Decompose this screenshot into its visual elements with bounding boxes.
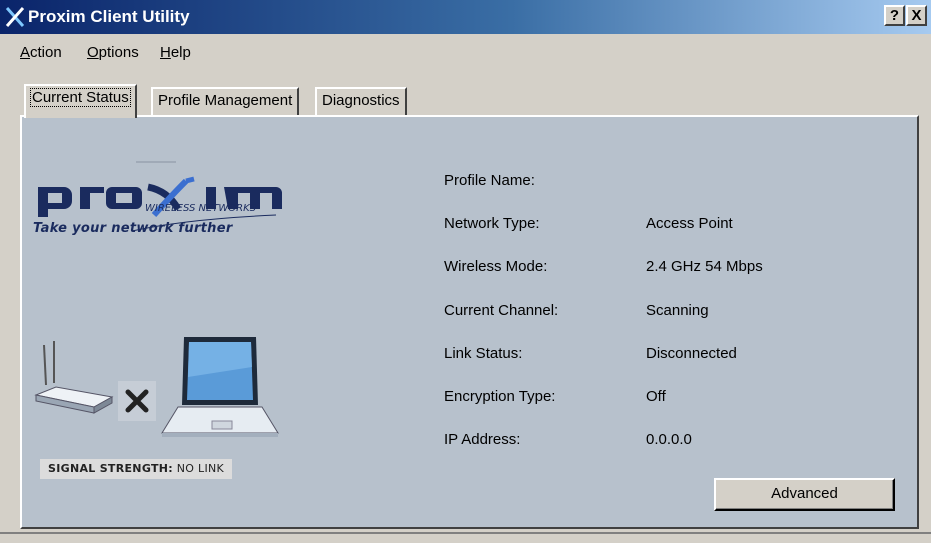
signal-strength-indicator: SIGNAL STRENGTH: NO LINK — [40, 459, 233, 479]
tab-profile-management-label: Profile Management — [158, 92, 293, 109]
tagline: Take your network further — [33, 221, 233, 236]
proxim-app-icon — [5, 7, 25, 27]
encryption-type-label: Encryption Type: — [444, 388, 556, 405]
window-title: Proxim Client Utility — [28, 7, 190, 26]
menu-help-rest: elp — [170, 44, 191, 61]
menu-action-rest: ction — [30, 44, 62, 61]
laptop-icon — [161, 337, 279, 437]
network-type-value: Access Point — [646, 215, 733, 232]
menu-options[interactable]: Options — [87, 44, 139, 61]
tab-current-status-label: Current Status — [30, 88, 131, 107]
link-status-value: Disconnected — [646, 345, 737, 362]
no-link-x-icon — [118, 381, 156, 421]
help-button[interactable]: ? — [884, 5, 905, 26]
current-status-panel: WIRELESS NETWORKS Take your network furt… — [20, 115, 919, 529]
window-bottom-divider — [0, 532, 931, 534]
signal-strength-value: NO LINK — [176, 462, 225, 475]
menu-bar: Action Options Help — [0, 40, 931, 66]
signal-strength-label: SIGNAL STRENGTH: — [48, 462, 173, 475]
wireless-mode-value: 2.4 GHz 54 Mbps — [646, 258, 763, 275]
logo-subtitle: WIRELESS NETWORKS — [145, 203, 257, 214]
tab-profile-management[interactable]: Profile Management — [151, 87, 300, 115]
tab-diagnostics[interactable]: Diagnostics — [315, 87, 407, 115]
wireless-router-icon — [34, 341, 114, 414]
app-window: Proxim Client Utility ? X Action Options… — [0, 0, 931, 543]
encryption-type-value: Off — [646, 388, 666, 405]
menu-action[interactable]: Action — [20, 44, 62, 61]
tab-current-status[interactable]: Current Status — [24, 84, 137, 118]
network-type-label: Network Type: — [444, 215, 540, 232]
wireless-mode-label: Wireless Mode: — [444, 258, 548, 275]
ip-address-label: IP Address: — [444, 431, 521, 448]
advanced-button[interactable]: Advanced — [714, 478, 895, 511]
ip-address-value: 0.0.0.0 — [646, 431, 692, 448]
close-button[interactable]: X — [906, 5, 927, 26]
profile-name-label: Profile Name: — [444, 172, 535, 189]
tab-diagnostics-label: Diagnostics — [322, 92, 400, 109]
link-status-label: Link Status: — [444, 345, 523, 362]
menu-help[interactable]: Help — [160, 44, 191, 61]
title-bar[interactable]: Proxim Client Utility ? X — [0, 0, 931, 34]
current-channel-label: Current Channel: — [444, 302, 559, 319]
connection-illustration — [34, 337, 279, 437]
menu-options-rest: ptions — [98, 44, 139, 61]
current-channel-value: Scanning — [646, 302, 709, 319]
